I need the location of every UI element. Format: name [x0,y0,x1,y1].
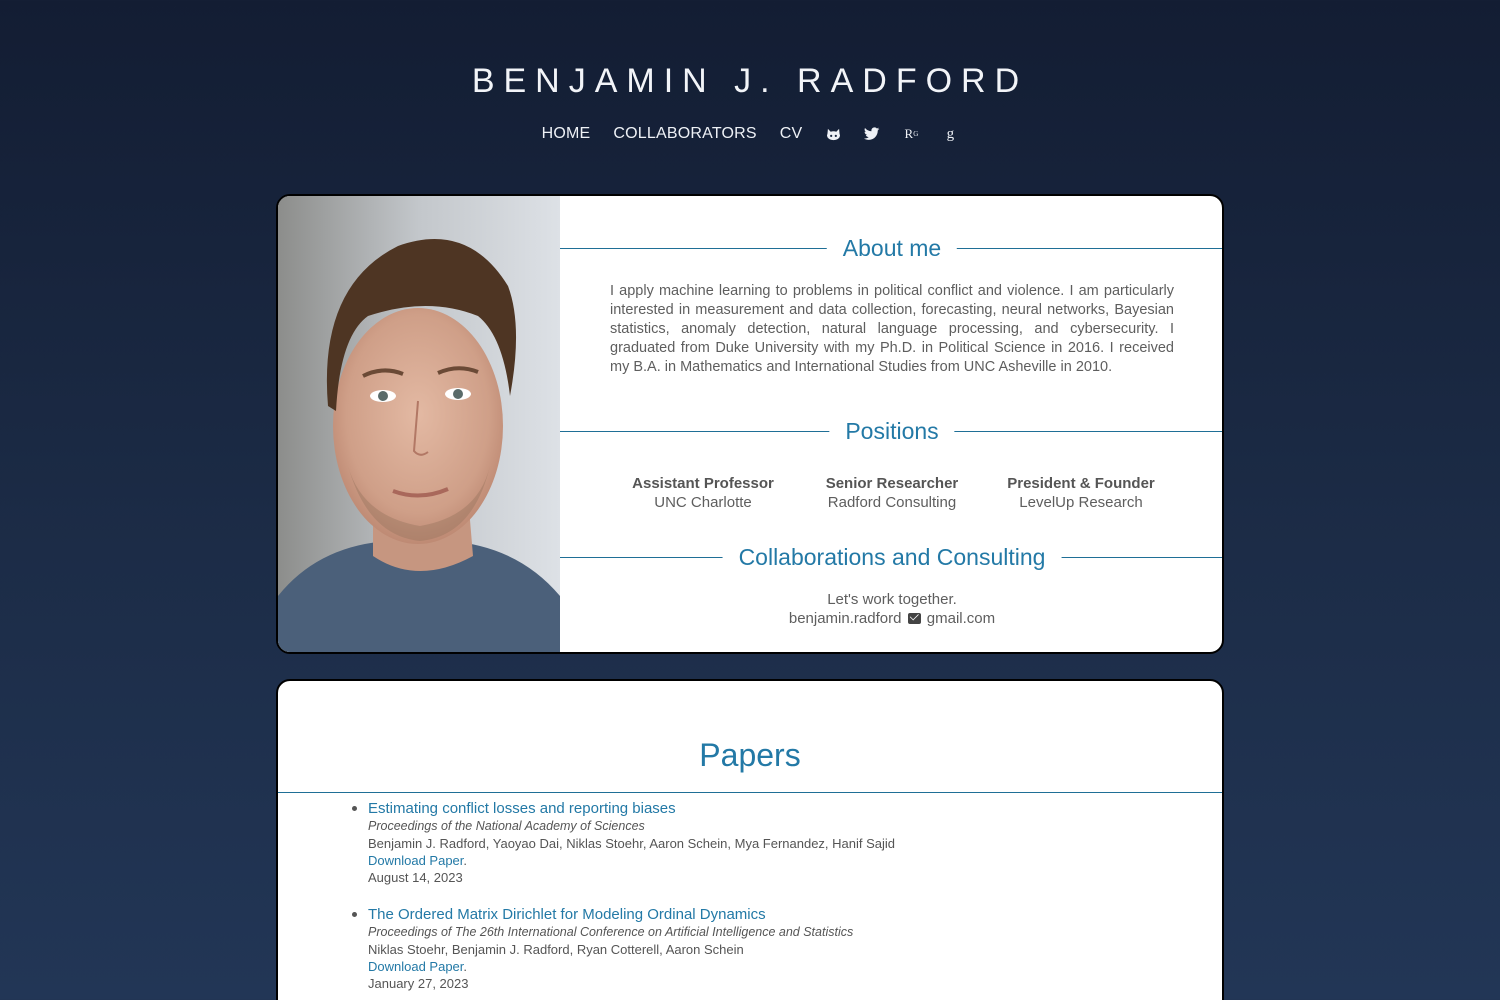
positions-title: Positions [829,414,955,448]
position-item: Senior Researcher Radford Consulting [799,474,985,512]
position-title: President & Founder [1007,475,1155,492]
bullet [352,912,357,917]
positions-heading: Positions [560,414,1222,448]
position-org: Radford Consulting [827,494,957,511]
paper-date: August 14, 2023 [368,870,463,885]
about-heading: About me [560,231,1222,265]
paper-venue: Proceedings of The 26th International Co… [368,925,854,939]
email-address[interactable]: benjamin.radford gmail.com [560,609,1222,628]
paper-venue: Proceedings of the National Academy of S… [368,819,645,833]
envelope-icon [907,613,921,624]
bullet [352,806,357,811]
site-title[interactable]: BENJAMIN J. RADFORD [0,62,1500,101]
nav-cv[interactable]: CV [780,125,803,143]
collaborations-heading: Collaborations and Consulting [560,540,1222,574]
position-title: Senior Researcher [825,475,959,492]
position-title: Assistant Professor [632,475,774,492]
profile-photo [278,196,560,652]
papers-heading: Papers [278,717,1222,797]
github-icon[interactable] [825,124,841,144]
twitter-icon[interactable] [864,124,880,144]
about-text: I apply machine learning to problems in … [610,283,1174,375]
paper-title-link[interactable]: The Ordered Matrix Dirichlet for Modelin… [368,905,1168,924]
papers-card: Papers Estimating conflict losses and re… [276,679,1224,1000]
download-paper-link[interactable]: Download Paper [368,959,463,974]
researchgate-letter: R [904,126,914,141]
position-org: UNC Charlotte [654,494,752,511]
paper-date: January 27, 2023 [368,976,469,991]
paper-item: Estimating conflict losses and reporting… [352,799,1168,886]
nav-collaborators[interactable]: COLLABORATORS [613,125,756,143]
scholar-letter: g [946,125,955,142]
researchgate-icon[interactable]: RG [903,124,919,144]
position-item: Assistant Professor UNC Charlotte [610,474,796,512]
positions-list: Assistant Professor UNC Charlotte Senior… [610,474,1174,512]
about-body: About me I apply machine learning to pro… [560,196,1222,652]
email-domain: gmail.com [926,610,996,627]
paper-download: Download Paper. [368,853,468,868]
collaborations-title: Collaborations and Consulting [722,540,1062,574]
position-org: LevelUp Research [1019,494,1143,511]
paper-authors: Niklas Stoehr, Benjamin J. Radford, Ryan… [368,942,744,957]
researchgate-super: G [913,130,919,138]
heading-rule [278,792,1222,793]
paper-list: Estimating conflict losses and reporting… [352,799,1168,1000]
nav-home[interactable]: HOME [542,125,591,143]
email-user: benjamin.radford [788,610,902,627]
google-scholar-icon[interactable]: g [942,124,958,144]
about-title: About me [826,231,958,265]
paper-download: Download Paper. [368,959,468,974]
about-card: About me I apply machine learning to pro… [276,194,1224,654]
paper-item: The Ordered Matrix Dirichlet for Modelin… [352,905,1168,992]
collaborations-text: Let's work together. benjamin.radford gm… [560,590,1222,628]
paper-title-link[interactable]: Estimating conflict losses and reporting… [368,799,1168,818]
download-paper-link[interactable]: Download Paper [368,853,463,868]
main-nav: HOME COLLABORATORS CV RG g [0,124,1500,144]
collaborations-line: Let's work together. [827,591,957,608]
paper-authors: Benjamin J. Radford, Yaoyao Dai, Niklas … [368,836,896,851]
papers-title: Papers [683,735,817,775]
position-item: President & Founder LevelUp Research [988,474,1174,512]
